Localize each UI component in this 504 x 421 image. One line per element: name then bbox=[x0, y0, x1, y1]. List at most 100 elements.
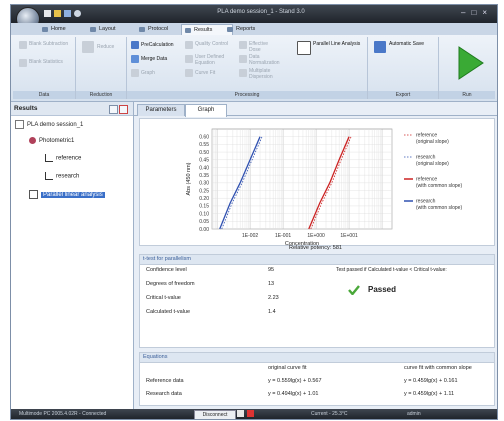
ttest-value: 95 bbox=[268, 267, 275, 273]
status-device: Multimode PC 2005.4.02R - Connected bbox=[19, 411, 107, 417]
tree-item-session[interactable]: PLA demo session_1 bbox=[15, 120, 83, 130]
tab-reports[interactable]: Reports bbox=[224, 24, 278, 35]
ribbon-group-reduction: Reduce Reduction bbox=[76, 37, 127, 99]
ttest-label: Calculated t-value bbox=[146, 309, 191, 315]
ribbon-group-processing: PreCalculation Merge Data Graph Quality … bbox=[127, 37, 368, 99]
automatic-save-icon bbox=[374, 41, 386, 53]
ttest-label: Degrees of freedom bbox=[146, 281, 195, 287]
curve-fit-button[interactable]: Curve Fit bbox=[195, 70, 215, 76]
settings-icon[interactable] bbox=[74, 10, 81, 17]
effective-dose-button[interactable]: Effective Dose bbox=[249, 41, 279, 53]
ttest-label: Critical t-value bbox=[146, 295, 181, 301]
legend-sublabel: (original slope) bbox=[416, 139, 449, 145]
equation-common: y = 0.459lg(x) + 1.11 bbox=[404, 391, 455, 397]
y-tick-label: 0.00 bbox=[199, 227, 209, 233]
tree-item-photometric[interactable]: Photometric1 bbox=[29, 137, 74, 146]
legend-sublabel: (original slope) bbox=[416, 161, 449, 167]
expand-icon[interactable] bbox=[109, 105, 118, 114]
equations-header: Equations bbox=[140, 353, 494, 363]
results-panel-title: Results bbox=[14, 105, 38, 112]
ttest-value: 13 bbox=[268, 281, 275, 287]
multiplate-dispersion-button[interactable]: Multiplate Dispersion bbox=[249, 68, 283, 80]
group-label: Export bbox=[368, 91, 438, 99]
group-label: Processing bbox=[127, 91, 367, 99]
disconnect-button[interactable]: Disconnect bbox=[194, 410, 236, 419]
application-window: PLA demo session_1 - Stand 3.0 –□× Home … bbox=[10, 4, 498, 420]
home-icon bbox=[42, 27, 48, 32]
quality-control-button[interactable]: Quality Control bbox=[195, 41, 229, 47]
reports-icon bbox=[227, 27, 233, 32]
x-tick-label: 1E+000 bbox=[307, 233, 325, 239]
tab-layout[interactable]: Layout bbox=[87, 24, 139, 35]
tree-label: PLA demo session_1 bbox=[27, 122, 84, 129]
precalculation-button[interactable]: PreCalculation bbox=[141, 42, 174, 48]
legend-label: reference bbox=[416, 177, 437, 183]
x-tick-label: 1E-002 bbox=[242, 233, 258, 239]
ribbon: Blank Subtraction Blank Statistics Data … bbox=[11, 35, 497, 102]
curve-icon bbox=[45, 172, 53, 180]
blank-subtraction-icon bbox=[19, 41, 27, 49]
tree-label: Photometric1 bbox=[39, 138, 75, 145]
y-tick-label: 0.60 bbox=[199, 134, 209, 140]
data-normalization-icon bbox=[239, 55, 247, 63]
ribbon-group-data: Blank Subtraction Blank Statistics Data bbox=[13, 37, 76, 99]
graph-button[interactable]: Graph bbox=[141, 70, 155, 76]
parallel-line-analysis-icon bbox=[297, 41, 311, 55]
blank-subtraction-button[interactable]: Blank Subtraction bbox=[29, 41, 73, 47]
tree-item-parallel-analysis[interactable]: Parallel linear analysis bbox=[29, 190, 105, 200]
legend-label: reference bbox=[416, 133, 437, 139]
reduce-button[interactable]: Reduce bbox=[97, 44, 114, 50]
user-defined-equation-button[interactable]: User Defined Equation bbox=[195, 54, 229, 66]
tree-item-research[interactable]: research bbox=[45, 172, 79, 182]
tree-item-reference[interactable]: reference bbox=[45, 154, 81, 164]
tab-label: Reports bbox=[236, 26, 256, 32]
equations-col-original: original curve fit bbox=[268, 365, 307, 371]
quality-control-icon bbox=[185, 41, 193, 49]
open-folder-icon[interactable] bbox=[54, 10, 61, 17]
tree-label: reference bbox=[56, 155, 82, 162]
check-icon bbox=[348, 285, 360, 295]
legend-sublabel: (with common slope) bbox=[416, 205, 462, 211]
y-tick-label: 0.20 bbox=[199, 196, 209, 202]
photometric-icon bbox=[29, 137, 36, 144]
protocol-icon bbox=[139, 27, 145, 32]
run-button[interactable] bbox=[439, 37, 495, 89]
save-icon[interactable] bbox=[64, 10, 71, 17]
parallel-line-analysis-button[interactable]: Parallel Line Analysis bbox=[313, 41, 361, 47]
results-icon bbox=[185, 28, 191, 33]
results-panel: Results PLA demo session_1 Photometric1 … bbox=[11, 102, 134, 409]
equation-label: Reference data bbox=[146, 378, 184, 384]
tab-label: Layout bbox=[99, 26, 116, 32]
group-label: Run bbox=[439, 91, 495, 99]
blank-statistics-button[interactable]: Blank Statistics bbox=[29, 59, 73, 65]
equation-common: y = 0.459lg(x) + 0.161 bbox=[404, 378, 458, 384]
y-tick-label: 0.55 bbox=[199, 142, 209, 148]
content-area: Parameters Graph 0.00 0.05 0.10 0.15 0.20 0.2… bbox=[134, 102, 497, 409]
y-tick-label: 0.10 bbox=[199, 211, 209, 217]
content-tabs: Parameters Graph bbox=[134, 102, 497, 117]
y-tick-label: 0.50 bbox=[199, 150, 209, 156]
tab-home[interactable]: Home bbox=[39, 24, 91, 35]
ribbon-group-run: Run bbox=[439, 37, 495, 99]
graph-icon bbox=[131, 69, 139, 77]
tab-label: Results bbox=[194, 27, 213, 33]
tab-graph[interactable]: Graph bbox=[185, 104, 227, 117]
tab-parameters[interactable]: Parameters bbox=[137, 104, 185, 116]
equation-original: y = 0.494lg(x) + 1.01 bbox=[268, 391, 319, 397]
info-icon[interactable] bbox=[237, 410, 244, 417]
y-axis-label: Abs (450 nm) bbox=[186, 162, 192, 195]
y-tick-label: 0.40 bbox=[199, 165, 209, 171]
data-normalization-button[interactable]: Data Normalization bbox=[249, 54, 283, 66]
close-icon[interactable] bbox=[119, 105, 128, 114]
user-defined-equation-icon bbox=[185, 55, 193, 63]
x-tick-label: 1E+001 bbox=[340, 233, 358, 239]
new-icon[interactable] bbox=[44, 10, 51, 17]
window-controls[interactable]: –□× bbox=[461, 8, 493, 17]
stop-icon[interactable] bbox=[247, 410, 254, 417]
merge-data-button[interactable]: Merge Data bbox=[141, 56, 167, 62]
ttest-label: Confidence level bbox=[146, 267, 187, 273]
automatic-save-button[interactable]: Automatic Save bbox=[389, 41, 429, 47]
tree-label: research bbox=[56, 173, 80, 180]
equations-col-common: curve fit with common slope bbox=[404, 365, 472, 371]
legend-sublabel: (with common slope) bbox=[416, 183, 462, 189]
